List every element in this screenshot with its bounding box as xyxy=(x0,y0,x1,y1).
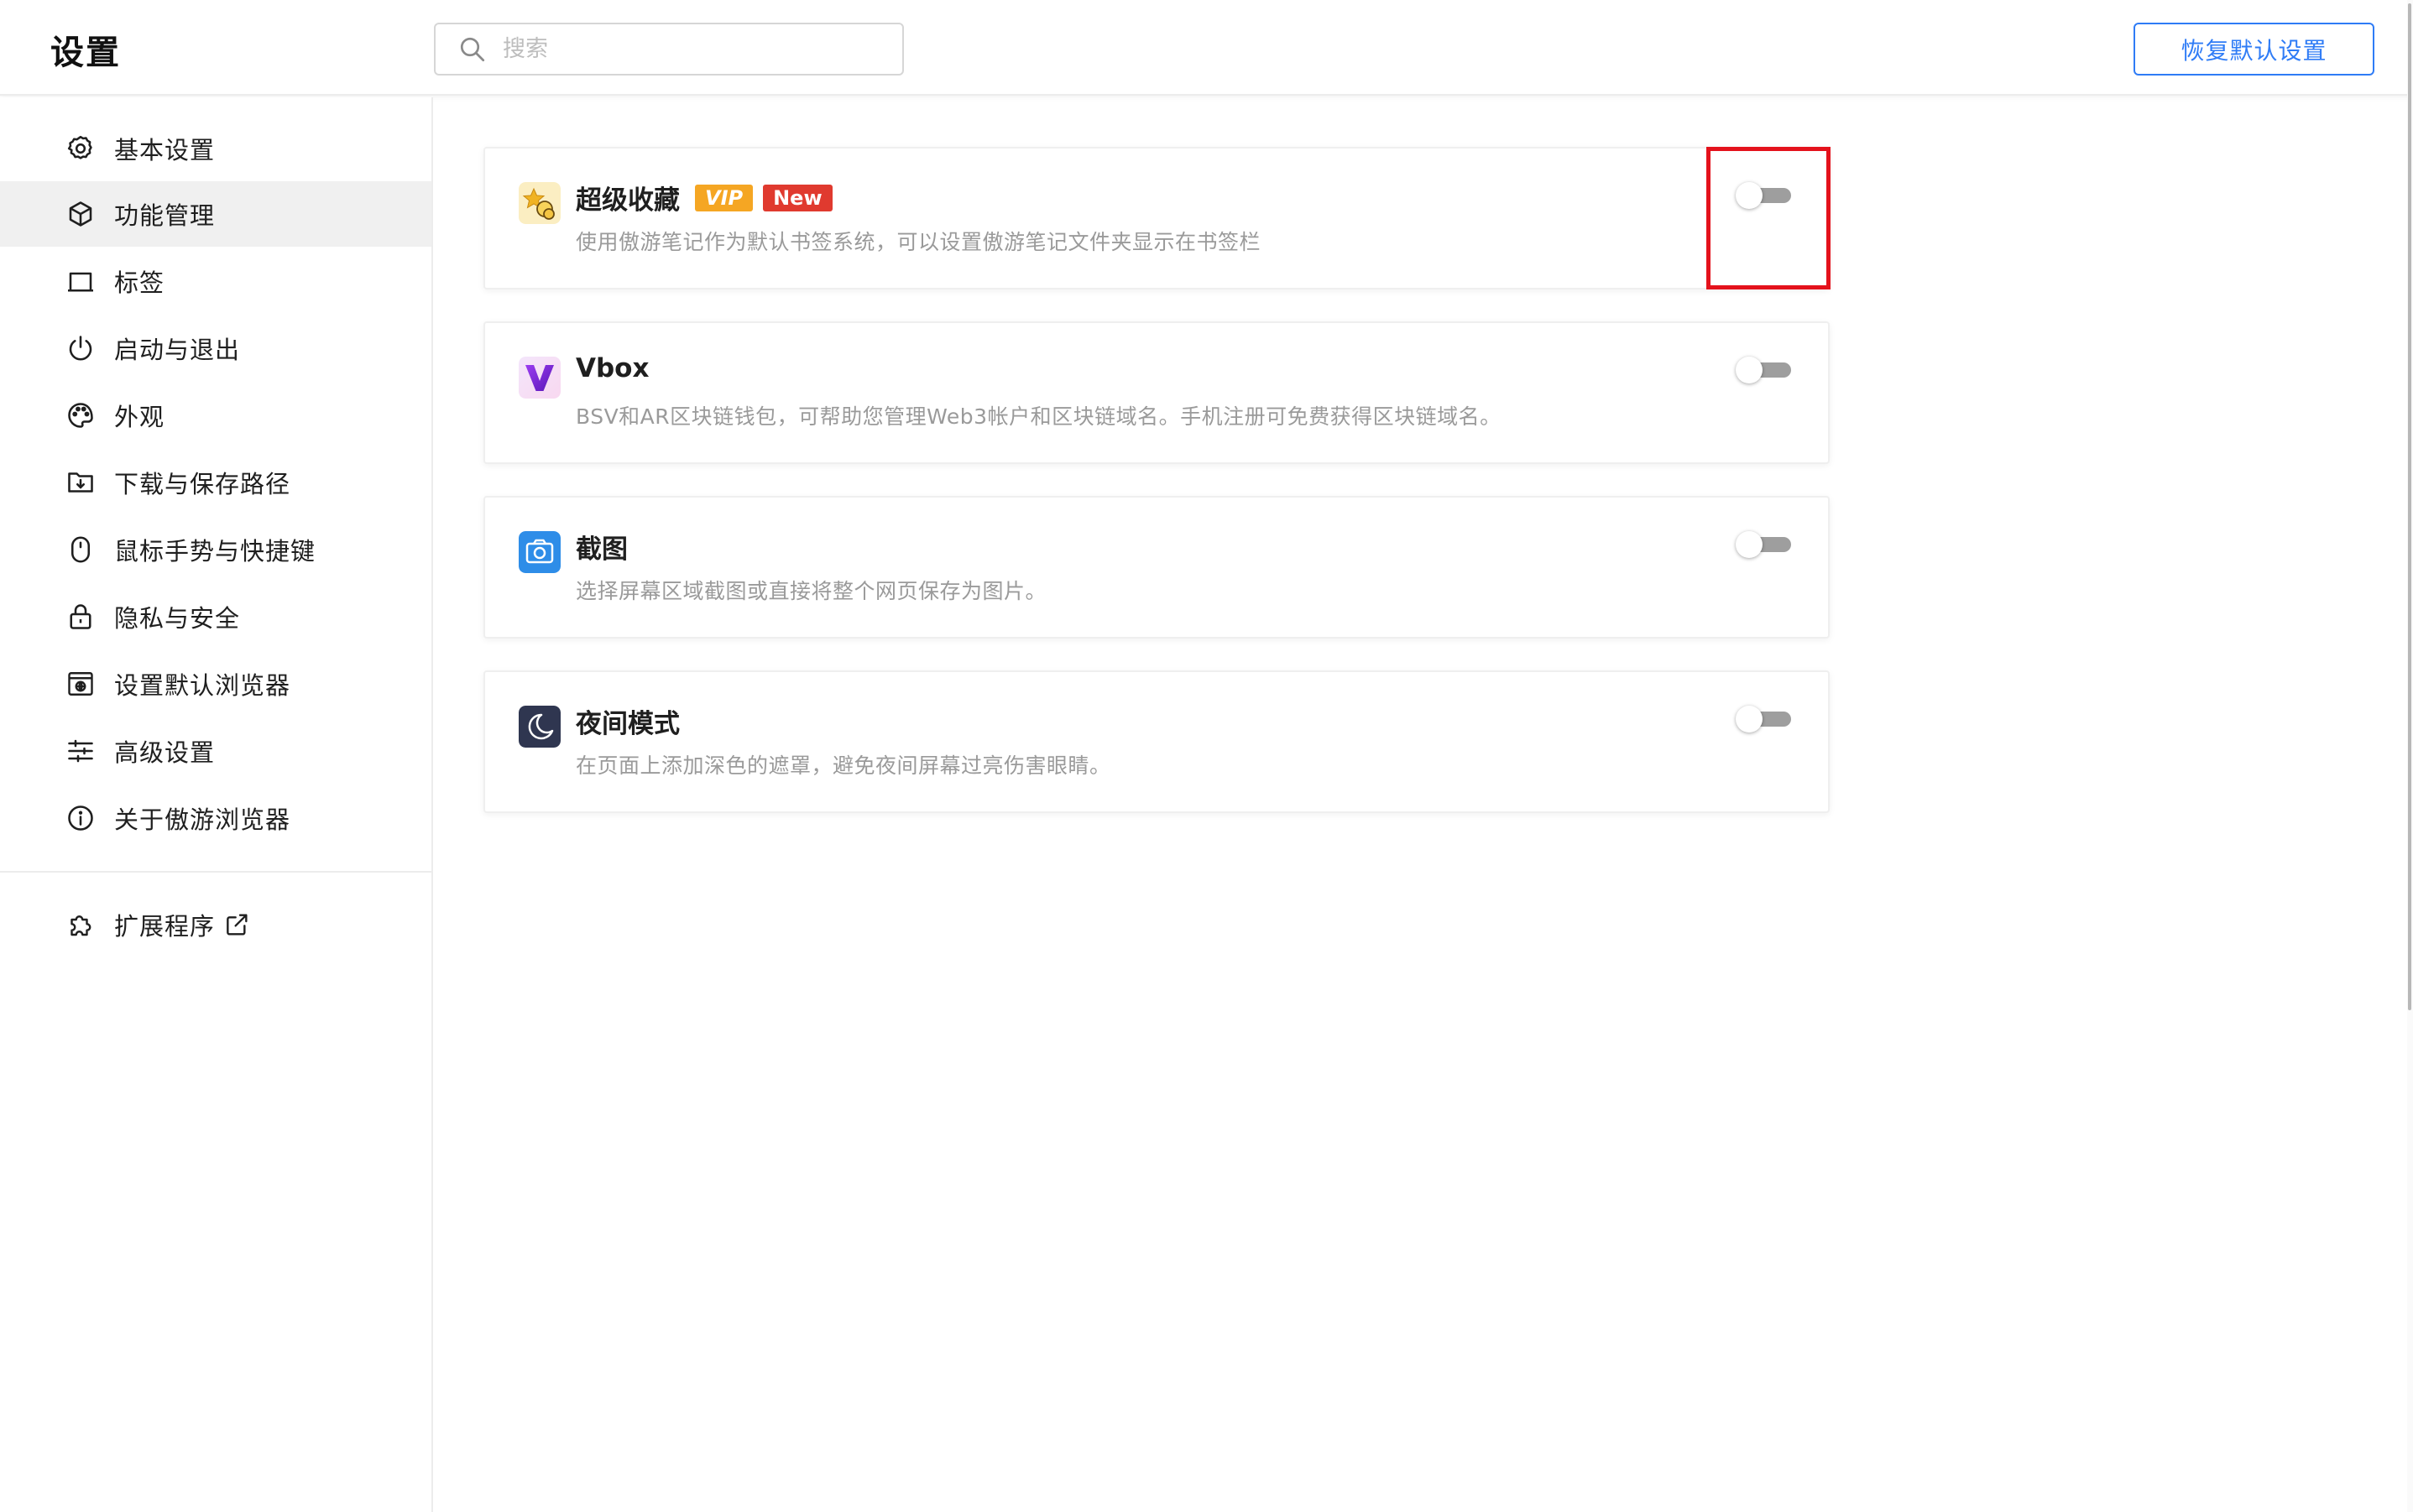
restore-defaults-button[interactable]: 恢复默认设置 xyxy=(2134,23,2374,76)
feature-title: 夜间模式 xyxy=(576,702,680,740)
toggle-knob xyxy=(1736,706,1763,733)
feature-card-vbox: Vbox BSV和AR区块链钱包，可帮助您管理Web3帐户和区块链域名。手机注册… xyxy=(483,321,1830,464)
sidebar-item-basic-settings[interactable]: 基本设置 xyxy=(0,116,431,181)
sidebar-item-label: 鼠标手势与快捷键 xyxy=(114,537,316,566)
screenshot-icon xyxy=(519,531,561,573)
sidebar-item-label: 启动与退出 xyxy=(114,336,241,364)
gear-icon xyxy=(67,135,92,159)
feature-title-text: 超级收藏 xyxy=(576,185,680,216)
sidebar-divider xyxy=(0,871,431,873)
scrollbar-thumb[interactable] xyxy=(2408,3,2411,1010)
feature-title: 截图 xyxy=(576,528,628,566)
feature-title: Vbox xyxy=(576,353,649,383)
power-icon xyxy=(69,336,92,361)
toggle-knob xyxy=(1736,357,1763,383)
palette-icon xyxy=(68,403,93,428)
vbox-toggle[interactable] xyxy=(1736,357,1791,383)
sidebar: 基本设置 功能管理 标签 启动与退出 外观 下载与保存路径 鼠标手势与快捷键 隐… xyxy=(0,97,433,1512)
night-mode-icon xyxy=(519,706,561,748)
feature-description: BSV和AR区块链钱包，可帮助您管理Web3帐户和区块链域名。手机注册可免费获得… xyxy=(576,404,1502,429)
sidebar-item-label: 高级设置 xyxy=(114,738,216,767)
top-bar: 设置 恢复默认设置 xyxy=(0,0,2413,96)
info-icon xyxy=(68,806,93,831)
feature-description: 使用傲游笔记作为默认书签系统，可以设置傲游笔记文件夹显示在书签栏 xyxy=(576,230,1261,254)
feature-title-text: 夜间模式 xyxy=(576,709,680,739)
sidebar-item-extensions[interactable]: 扩展程序 xyxy=(0,892,431,957)
sliders-icon xyxy=(68,739,93,763)
search-box[interactable] xyxy=(434,23,904,76)
mouse-icon xyxy=(71,536,91,563)
page-title: 设置 xyxy=(50,34,121,72)
lock-icon xyxy=(70,604,91,629)
puzzle-icon xyxy=(71,915,91,936)
sidebar-item-feature-management[interactable]: 功能管理 xyxy=(0,181,431,247)
feature-title-text: 截图 xyxy=(576,534,628,565)
sidebar-item-about[interactable]: 关于傲游浏览器 xyxy=(0,785,431,851)
sidebar-item-privacy-security[interactable]: 隐私与安全 xyxy=(0,584,431,649)
vbox-icon xyxy=(519,357,561,399)
sidebar-item-download-path[interactable]: 下载与保存路径 xyxy=(0,450,431,515)
sidebar-item-label: 功能管理 xyxy=(114,201,216,230)
super-favorites-icon xyxy=(519,182,561,224)
sidebar-item-startup-exit[interactable]: 启动与退出 xyxy=(0,315,431,381)
feature-title: 超级收藏 VIP New xyxy=(576,179,833,216)
sidebar-item-default-browser[interactable]: 设置默认浏览器 xyxy=(0,651,431,717)
search-input[interactable] xyxy=(503,36,872,62)
toggle-knob xyxy=(1736,531,1763,558)
feature-card-night-mode: 夜间模式 在页面上添加深色的遮罩，避免夜间屏幕过亮伤害眼睛。 xyxy=(483,670,1830,813)
tab-icon xyxy=(68,272,93,292)
sidebar-item-label: 隐私与安全 xyxy=(114,604,241,633)
toggle-knob xyxy=(1736,182,1763,209)
sidebar-item-label: 标签 xyxy=(114,269,165,297)
sidebar-item-label: 基本设置 xyxy=(114,136,216,164)
sidebar-item-tabs[interactable]: 标签 xyxy=(0,248,431,314)
screenshot-toggle[interactable] xyxy=(1736,531,1791,558)
night-mode-toggle[interactable] xyxy=(1736,706,1791,733)
search-icon xyxy=(460,37,485,61)
browser-window-icon xyxy=(68,672,93,696)
feature-description: 选择屏幕区域截图或直接将整个网页保存为图片。 xyxy=(576,579,1047,603)
vip-badge: VIP xyxy=(695,184,754,211)
sidebar-item-mouse-gestures[interactable]: 鼠标手势与快捷键 xyxy=(0,517,431,582)
new-badge: New xyxy=(763,184,833,211)
feature-title-text: Vbox xyxy=(576,353,650,383)
feature-card-screenshot: 截图 选择屏幕区域截图或直接将整个网页保存为图片。 xyxy=(483,496,1830,639)
external-link-icon xyxy=(227,914,248,936)
sidebar-item-label: 设置默认浏览器 xyxy=(114,671,291,700)
sidebar-item-label: 扩展程序 xyxy=(114,912,216,941)
sidebar-item-appearance[interactable]: 外观 xyxy=(0,383,431,448)
sidebar-item-label: 关于傲游浏览器 xyxy=(114,806,291,834)
sidebar-item-advanced-settings[interactable]: 高级设置 xyxy=(0,718,431,784)
sidebar-item-label: 外观 xyxy=(114,403,165,431)
super-favorites-toggle[interactable] xyxy=(1736,182,1791,209)
feature-card-super-favorites: 超级收藏 VIP New 使用傲游笔记作为默认书签系统，可以设置傲游笔记文件夹显… xyxy=(483,147,1830,289)
folder-download-icon xyxy=(68,472,93,493)
feature-description: 在页面上添加深色的遮罩，避免夜间屏幕过亮伤害眼睛。 xyxy=(576,753,1111,778)
sidebar-item-label: 下载与保存路径 xyxy=(114,470,291,498)
cube-icon xyxy=(69,201,92,227)
